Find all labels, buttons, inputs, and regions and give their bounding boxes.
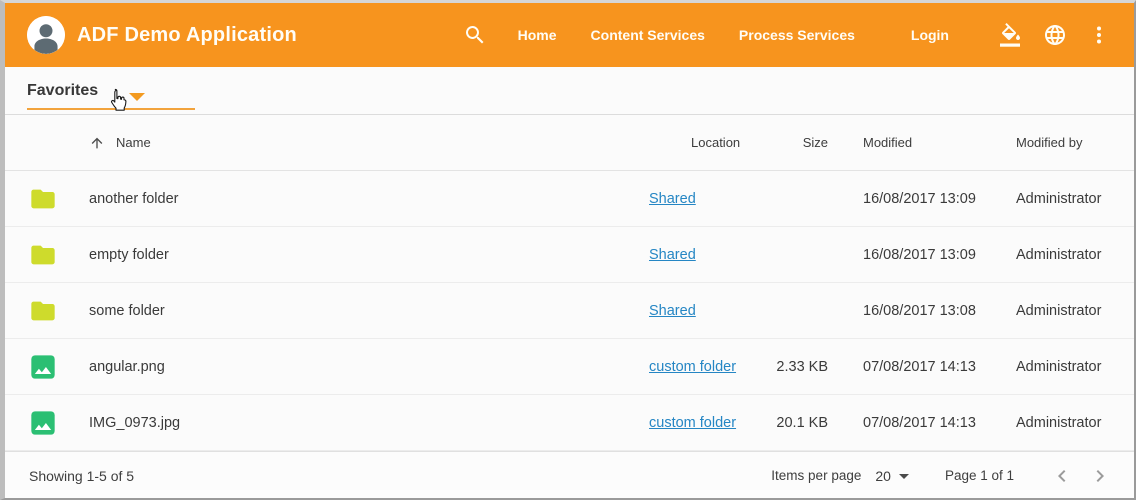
table-row[interactable]: empty folder Shared 16/08/2017 13:09 Adm… [5, 227, 1134, 283]
file-name[interactable]: empty folder [89, 247, 169, 263]
items-per-page-select[interactable]: 20 [875, 468, 909, 484]
table-row[interactable]: another folder Shared 16/08/2017 13:09 A… [5, 171, 1134, 227]
file-name[interactable]: IMG_0973.jpg [89, 415, 180, 431]
sort-ascending-icon[interactable] [89, 135, 105, 151]
app-window: ADF Demo Application Home Content Servic… [0, 0, 1136, 500]
previous-page-button[interactable] [1050, 464, 1074, 488]
showing-range-label: Showing 1-5 of 5 [29, 468, 134, 484]
globe-icon [1043, 23, 1067, 47]
user-avatar[interactable] [27, 16, 65, 54]
table-row[interactable]: IMG_0973.jpg custom folder 20.1 KB 07/08… [5, 395, 1134, 451]
modified-by-cell: Administrator [1016, 415, 1116, 431]
file-name[interactable]: angular.png [89, 359, 165, 375]
document-list: Name Location Size Modified Modified by … [5, 115, 1134, 451]
tab-favorites[interactable]: Favorites [27, 82, 98, 100]
search-icon [463, 23, 487, 47]
modified-cell: 16/08/2017 13:08 [863, 303, 1016, 319]
modified-cell: 07/08/2017 14:13 [863, 359, 1016, 375]
column-label-name: Name [116, 135, 151, 150]
nav-item-home[interactable]: Home [501, 17, 574, 53]
column-header-name[interactable]: Name [89, 135, 649, 151]
items-per-page-caret-icon [899, 474, 909, 479]
search-button[interactable] [463, 23, 487, 47]
name-cell[interactable]: angular.png [89, 359, 649, 375]
table-row[interactable]: some folder Shared 16/08/2017 13:08 Admi… [5, 283, 1134, 339]
more-options-button[interactable] [1086, 22, 1112, 48]
modified-by-cell: Administrator [1016, 247, 1116, 263]
location-link[interactable]: custom folder [649, 359, 736, 375]
modified-cell: 07/08/2017 14:13 [863, 415, 1016, 431]
location-cell: Shared [649, 247, 773, 263]
location-cell: Shared [649, 303, 773, 319]
app-title: ADF Demo Application [77, 24, 297, 47]
name-cell[interactable]: IMG_0973.jpg [89, 415, 649, 431]
more-vert-icon [1087, 23, 1111, 47]
name-cell[interactable]: some folder [89, 303, 649, 319]
app-header: ADF Demo Application Home Content Servic… [5, 3, 1134, 67]
pager-controls: Items per page 20 Page 1 of 1 [771, 464, 1112, 488]
page-indicator: Page 1 of 1 [945, 468, 1014, 483]
file-type-cell [29, 185, 89, 213]
size-cell: 20.1 KB [773, 415, 828, 431]
modified-by-cell: Administrator [1016, 191, 1116, 207]
folder-icon [29, 241, 57, 269]
location-cell: Shared [649, 191, 773, 207]
main-nav: Home Content Services Process Services L… [501, 17, 980, 53]
file-name[interactable]: some folder [89, 303, 165, 319]
location-link[interactable]: Shared [649, 247, 696, 263]
view-selector-bar: Favorites [5, 67, 1134, 115]
file-type-cell [29, 241, 89, 269]
location-link[interactable]: Shared [649, 303, 696, 319]
nav-item-process-services[interactable]: Process Services [722, 17, 872, 53]
next-page-button[interactable] [1088, 464, 1112, 488]
image-file-icon [29, 409, 57, 437]
column-header-location[interactable]: Location [649, 135, 773, 150]
image-file-icon [29, 353, 57, 381]
file-type-cell [29, 353, 89, 381]
table-body: another folder Shared 16/08/2017 13:09 A… [5, 171, 1134, 451]
location-cell: custom folder [649, 415, 773, 431]
location-link[interactable]: Shared [649, 191, 696, 207]
modified-by-cell: Administrator [1016, 303, 1116, 319]
folder-icon [29, 185, 57, 213]
file-type-cell [29, 297, 89, 325]
size-cell: 2.33 KB [773, 359, 828, 375]
location-cell: custom folder [649, 359, 773, 375]
column-header-modified[interactable]: Modified [863, 135, 1016, 150]
person-icon [27, 16, 65, 54]
modified-by-cell: Administrator [1016, 359, 1116, 375]
modified-cell: 16/08/2017 13:09 [863, 191, 1016, 207]
nav-item-content-services[interactable]: Content Services [574, 17, 722, 53]
location-link[interactable]: custom folder [649, 415, 736, 431]
mouse-hand-cursor [107, 87, 131, 117]
modified-cell: 16/08/2017 13:09 [863, 247, 1016, 263]
table-header-row: Name Location Size Modified Modified by [5, 115, 1134, 171]
column-header-size[interactable]: Size [773, 135, 828, 150]
items-per-page-value: 20 [875, 468, 891, 484]
dropdown-caret-icon[interactable] [129, 93, 145, 101]
language-button[interactable] [1042, 22, 1068, 48]
nav-item-login[interactable]: Login [894, 17, 966, 53]
theme-color-button[interactable] [998, 22, 1024, 48]
name-cell[interactable]: empty folder [89, 247, 649, 263]
tab-active-underline [27, 108, 195, 110]
file-type-cell [29, 409, 89, 437]
name-cell[interactable]: another folder [89, 191, 649, 207]
column-header-modified-by[interactable]: Modified by [1016, 135, 1116, 150]
table-row[interactable]: angular.png custom folder 2.33 KB 07/08/… [5, 339, 1134, 395]
format-color-fill-icon [999, 23, 1023, 47]
file-name[interactable]: another folder [89, 191, 178, 207]
pagination-footer: Showing 1-5 of 5 Items per page 20 Page … [5, 451, 1134, 499]
items-per-page-label: Items per page [771, 468, 861, 483]
folder-icon [29, 297, 57, 325]
